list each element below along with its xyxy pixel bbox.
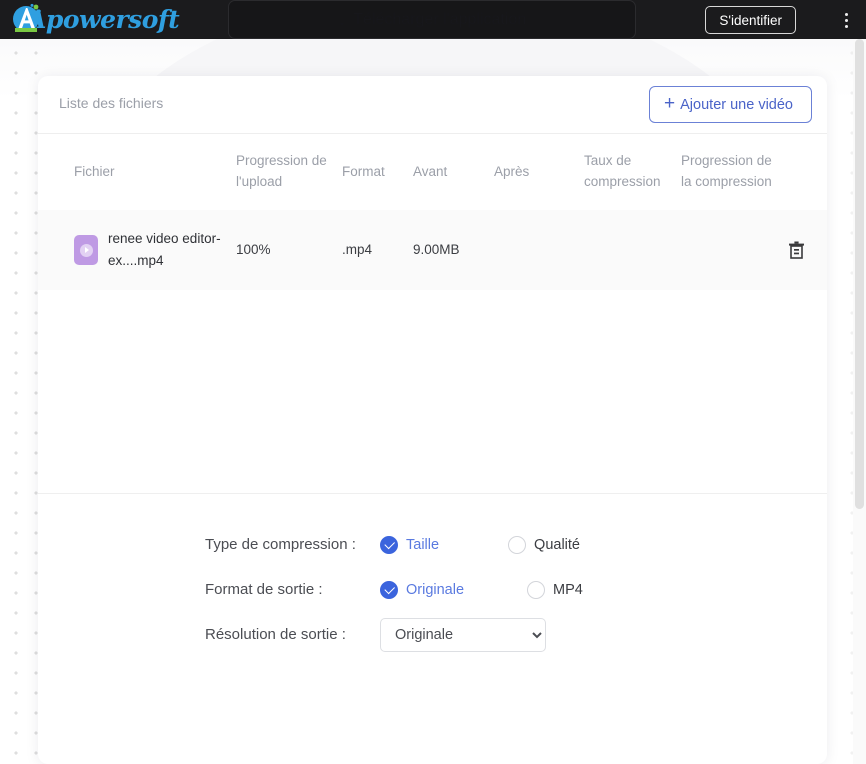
radio-selected-icon [380,535,398,554]
dot-pattern-left [0,39,40,764]
compression-type-radio-group: Taille Qualité [380,535,580,554]
plus-icon: + [664,93,676,114]
col-before: Avant [413,163,448,179]
radio-compression-type-taille[interactable]: Taille [380,535,440,554]
apowersoft-logo-icon [10,2,44,36]
radio-unselected-icon [527,580,546,599]
kebab-dot [844,18,848,22]
table-row[interactable]: renee video editor-ex....mp4 100% .mp4 9… [38,210,827,290]
cell-actions [785,210,827,290]
col-upload-progress: Progression de l'upload [236,153,327,189]
output-resolution-select[interactable]: Originale [380,617,546,652]
compression-type-label: Type de compression : [205,536,356,553]
file-cell-content: renee video editor-ex....mp4 [74,228,236,272]
file-table-body: renee video editor-ex....mp4 100% .mp4 9… [38,210,827,290]
kebab-dot [844,12,848,16]
file-list-title: Liste des fichiers [59,95,164,111]
radio-unselected-icon [508,535,527,554]
download-app-label: Télécharger l'application [353,10,527,28]
col-format: Format [342,163,385,179]
radio-label: Taille [406,536,440,553]
compression-options: Type de compression : Taille Qualité For… [38,493,827,657]
cell-before-size: 9.00MB [413,242,460,258]
card-header: Liste des fichiers + Ajouter une vidéo [38,76,827,134]
radio-compression-type-qualite[interactable]: Qualité [508,535,580,554]
radio-output-format-originale[interactable]: Originale [380,580,465,599]
cell-compression-ratio [584,210,681,290]
compressor-card: Liste des fichiers + Ajouter une vidéo F… [38,76,827,764]
cell-after-size [494,210,584,290]
scrollbar-thumb[interactable] [855,39,864,509]
trash-icon [788,241,804,259]
col-compression-progress: Progression de la compression [681,153,772,189]
video-play-thumbnail-icon [74,235,98,265]
col-actions [785,134,827,210]
output-resolution-label: Résolution de sortie : [205,626,346,643]
table-header-row: Fichier Progression de l'upload Format A… [38,134,827,210]
cell-compression-progress [681,210,785,290]
col-after: Après [494,163,530,179]
option-row-compression-type: Type de compression : Taille Qualité [38,522,827,567]
radio-label: Qualité [534,536,580,553]
col-compression-ratio: Taux de compression [584,153,661,189]
apowersoft-logo-text: Apowersoft [27,4,180,34]
file-table-header: Fichier Progression de l'upload Format A… [38,134,827,210]
cell-format: .mp4 [342,242,373,258]
radio-label: MP4 [553,581,583,598]
download-app-button[interactable]: ↓ Télécharger l'application [228,0,636,39]
download-arrow-icon: ↓ [337,10,347,29]
radio-output-format-mp4[interactable]: MP4 [527,580,583,599]
add-video-button[interactable]: + Ajouter une vidéo [649,86,812,123]
option-row-output-resolution: Résolution de sortie : Originale [38,612,827,657]
file-name: renee video editor-ex....mp4 [108,231,221,268]
add-video-label: Ajouter une vidéo [680,96,793,113]
app-topbar: Apowersoft ↓ Télécharger l'application S… [0,0,866,39]
radio-selected-icon [380,580,398,599]
radio-label: Originale [406,581,465,598]
delete-file-button[interactable] [785,239,807,261]
play-icon [79,243,93,257]
kebab-dot [844,24,848,28]
apowersoft-logo[interactable]: Apowersoft [10,1,180,37]
output-format-radio-group: Originale MP4 [380,580,583,599]
cell-upload-progress: 100% [236,242,271,258]
output-format-label: Format de sortie : [205,581,323,598]
signin-button[interactable]: S'identifier [705,6,796,34]
col-file: Fichier [74,163,115,179]
kebab-menu-icon[interactable] [835,8,857,32]
option-row-output-format: Format de sortie : Originale MP4 [38,567,827,612]
page-scrollbar[interactable] [853,39,866,764]
cell-file: renee video editor-ex....mp4 [38,210,236,290]
file-table: Fichier Progression de l'upload Format A… [38,134,827,290]
